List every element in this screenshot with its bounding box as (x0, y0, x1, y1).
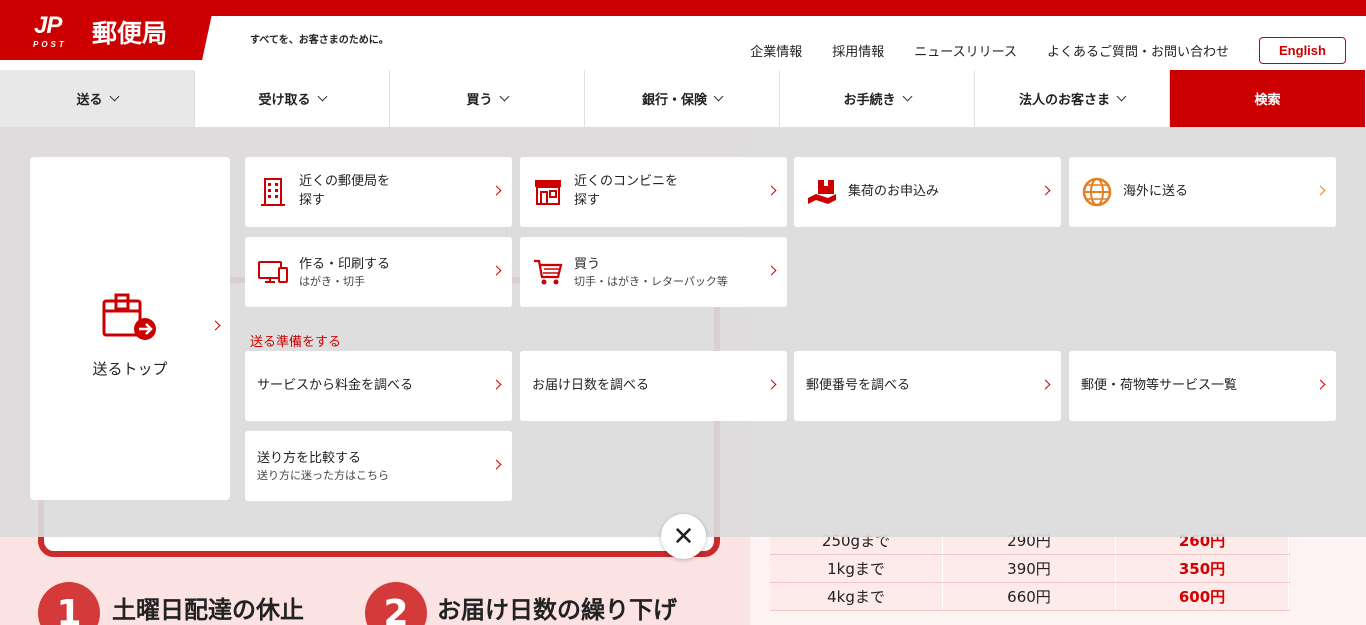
package-send-icon (102, 293, 156, 340)
table-cell: 660円 (943, 583, 1116, 610)
card-check-postal-code[interactable]: 郵便番号を調べる (794, 351, 1061, 421)
card-find-post-office[interactable]: 近くの郵便局を 探す (245, 157, 512, 227)
close-menu-button[interactable]: ✕ (661, 514, 706, 559)
send-top-card[interactable]: 送るトップ (30, 157, 230, 500)
nav-label: 銀行・保険 (641, 93, 707, 108)
card-label: 郵便・荷物等サービス一覧 (1069, 377, 1336, 396)
logo[interactable]: JP POST 郵便局 (0, 0, 215, 60)
globe-icon (1082, 177, 1112, 207)
card-subtitle: 送り方に迷った方はこちら (257, 468, 389, 482)
nav-label: 買う (466, 93, 493, 108)
search-button[interactable]: 検索 (1170, 70, 1365, 127)
card-label: お届け日数を調べる (520, 377, 787, 396)
english-button[interactable]: English (1259, 37, 1346, 64)
background-heading: 土曜日配達の休止 (112, 596, 304, 624)
card-label: サービスから料金を調べる (245, 377, 512, 396)
nav-item-business[interactable]: 法人のお客さま (975, 70, 1170, 127)
card-send-overseas[interactable]: 海外に送る (1069, 157, 1336, 227)
card-label: 近くの郵便局を 探す (299, 173, 512, 211)
nav-item-bank[interactable]: 銀行・保険 (585, 70, 780, 127)
convenience-store-icon (535, 180, 561, 205)
card-buy[interactable]: 買う 切手・はがき・レターパック等 (520, 237, 787, 307)
nav-item-send[interactable]: 送る (0, 70, 195, 127)
chevron-down-icon (109, 91, 119, 102)
logo-post: POST (33, 40, 67, 49)
shopping-cart-icon (534, 259, 563, 285)
card-label: 買う 切手・はがき・レターパック等 (574, 256, 787, 288)
card-check-fees[interactable]: サービスから料金を調べる (245, 351, 512, 421)
logo-name: 郵便局 (92, 19, 168, 48)
utility-links: 企業情報 採用情報 ニュースリリース よくあるご質問・お問い合わせ Englis… (750, 37, 1366, 64)
card-service-list[interactable]: 郵便・荷物等サービス一覧 (1069, 351, 1336, 421)
pickup-truck-icon (808, 180, 836, 204)
nav-item-buy[interactable]: 買う (390, 70, 585, 127)
card-subtitle: 切手・はがき・レターパック等 (574, 274, 728, 288)
nav-label: 受け取る (258, 93, 311, 108)
send-top-label: 送るトップ (92, 360, 168, 378)
tagline: すべてを、お客さまのために。 (250, 35, 389, 46)
card-check-delivery-days[interactable]: お届け日数を調べる (520, 351, 787, 421)
card-title: サービスから料金を調べる (257, 377, 414, 393)
nav-label: お手続き (843, 93, 896, 108)
background-heading: お届け日数の繰り下げ (437, 596, 677, 624)
card-title: 郵便・荷物等サービス一覧 (1081, 377, 1238, 393)
card-title: 郵便番号を調べる (806, 377, 911, 393)
chevron-down-icon (902, 91, 912, 102)
card-title: 集荷のお申込み (848, 183, 940, 199)
card-label: 作る・印刷する はがき・切手 (299, 256, 512, 288)
nav-label: 送る (76, 93, 103, 108)
chevron-down-icon (317, 91, 327, 102)
prep-section-label: 送る準備をする (250, 335, 342, 350)
nav-item-receive[interactable]: 受け取る (195, 70, 390, 127)
card-label: 近くのコンビニを 探す (574, 173, 787, 211)
card-pickup-request[interactable]: 集荷のお申込み (794, 157, 1061, 227)
price-table: 250gまで 290円 260円 1kgまで 390円 350円 4kgまで 6… (770, 527, 1290, 611)
computer-icon (258, 261, 288, 283)
nav-item-procedures[interactable]: お手続き (780, 70, 975, 127)
table-cell: 350円 (1116, 555, 1289, 582)
card-title: 作る・印刷する (299, 256, 391, 272)
util-link-faq[interactable]: よくあるご質問・お問い合わせ (1047, 41, 1229, 60)
card-title: 海外に送る (1123, 183, 1189, 199)
card-title: 買う (574, 256, 601, 272)
card-find-convenience-store[interactable]: 近くのコンビニを 探す (520, 157, 787, 227)
util-link-news[interactable]: ニュースリリース (914, 41, 1017, 60)
table-cell: 1kgまで (770, 555, 943, 582)
chevron-right-icon (210, 320, 221, 331)
util-link-recruit[interactable]: 採用情報 (832, 41, 884, 60)
card-title: お届け日数を調べる (532, 377, 650, 393)
card-title: 送り方を比較する (257, 450, 362, 466)
card-label: 集荷のお申込み (848, 183, 1061, 202)
table-cell: 4kgまで (770, 583, 943, 610)
card-create-print[interactable]: 作る・印刷する はがき・切手 (245, 237, 512, 307)
chevron-down-icon (713, 91, 724, 102)
chevron-down-icon (1116, 91, 1127, 102)
card-subtitle: はがき・切手 (299, 274, 365, 288)
table-row: 1kgまで 390円 350円 (770, 555, 1290, 583)
card-title: 近くの郵便局を 探す (299, 174, 391, 208)
post-office-icon (261, 178, 285, 206)
card-label: 海外に送る (1123, 183, 1336, 202)
util-link-corporate[interactable]: 企業情報 (750, 41, 802, 60)
table-cell: 600円 (1116, 583, 1289, 610)
card-title: 近くのコンビニを 探す (574, 174, 679, 208)
main-nav: 送る 受け取る 買う 銀行・保険 お手続き 法人のお客さま 検索 (0, 70, 1366, 127)
table-cell: 390円 (943, 555, 1116, 582)
card-label: 送り方を比較する 送り方に迷った方はこちら (245, 450, 512, 482)
table-row: 4kgまで 660円 600円 (770, 583, 1290, 611)
close-icon: ✕ (672, 521, 695, 552)
card-compare-methods[interactable]: 送り方を比較する 送り方に迷った方はこちら (245, 431, 512, 501)
card-label: 郵便番号を調べる (794, 377, 1061, 396)
nav-label: 法人のお客さま (1018, 93, 1110, 108)
chevron-down-icon (499, 91, 509, 102)
logo-mark: JP (34, 12, 62, 39)
